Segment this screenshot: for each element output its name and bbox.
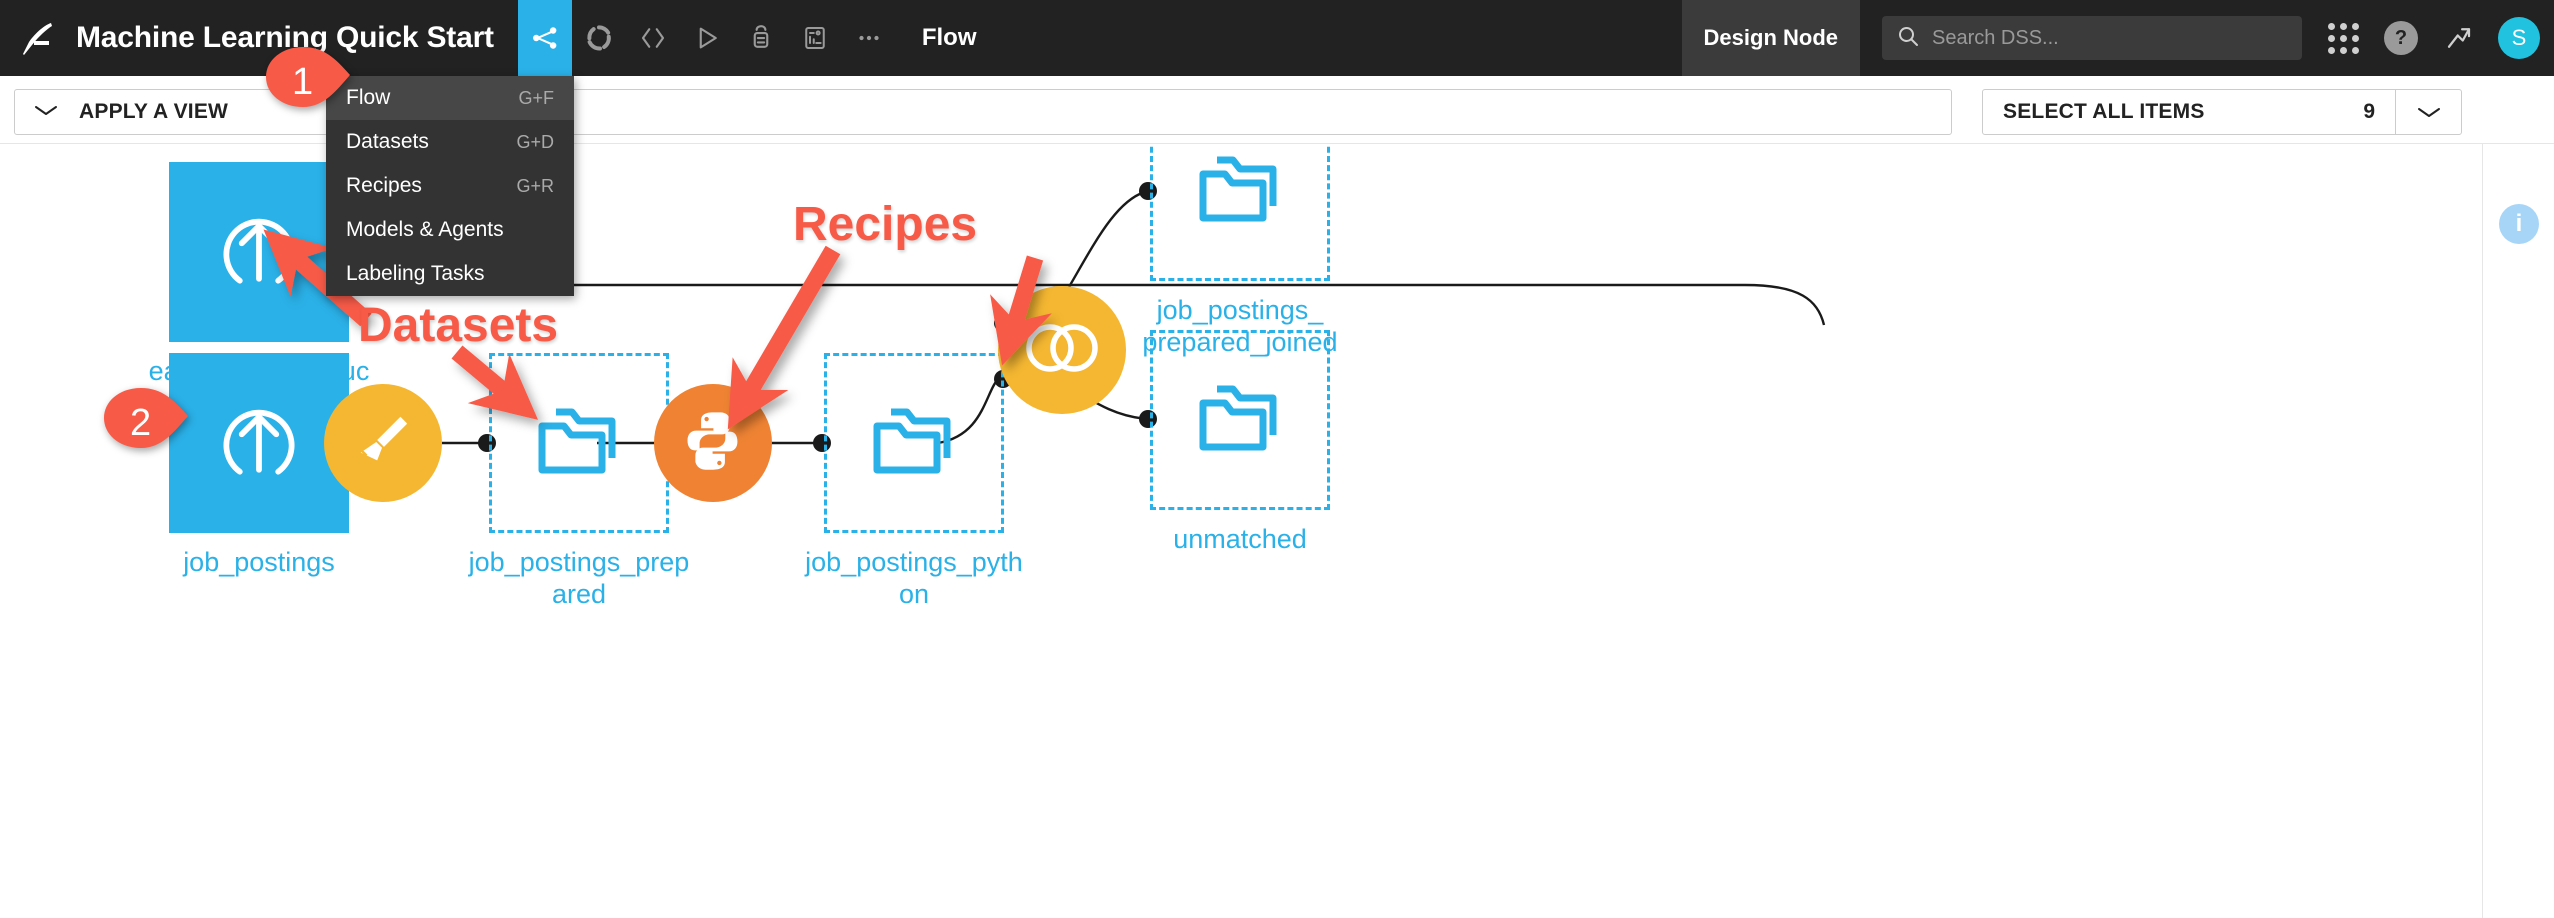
step-marker-2-number: 2 xyxy=(130,402,152,444)
dataset-box[interactable] xyxy=(1150,330,1330,510)
flow-node-label[interactable]: job_postings_python xyxy=(799,547,1029,611)
right-rail: i xyxy=(2482,76,2554,918)
menu-item-label: Models & Agents xyxy=(346,218,504,241)
dataiku-logo-icon[interactable] xyxy=(0,0,76,76)
broom-prepare-icon xyxy=(352,410,414,477)
design-node-badge[interactable]: Design Node xyxy=(1681,0,1860,76)
python-icon xyxy=(679,407,747,480)
select-all-count: 9 xyxy=(2363,100,2375,123)
menu-item-label: Flow xyxy=(346,86,391,109)
lab-icon[interactable] xyxy=(572,0,626,76)
menu-item-shortcut: G+R xyxy=(516,175,554,196)
menu-item-label: Labeling Tasks xyxy=(346,262,485,285)
menu-item-recipes[interactable]: Recipes G+R xyxy=(326,164,574,208)
search-field[interactable] xyxy=(1932,26,2288,50)
automation-icon[interactable] xyxy=(734,0,788,76)
header-right-icons: ? S xyxy=(2302,0,2554,76)
header-spacer xyxy=(1002,0,1681,76)
select-all-items-button[interactable]: SELECT ALL ITEMS 9 xyxy=(1982,89,2462,135)
folder-dataset-icon xyxy=(867,398,961,489)
dataset-box[interactable] xyxy=(489,353,669,533)
dataset-box[interactable] xyxy=(169,162,349,342)
flow-recipe-python[interactable] xyxy=(654,384,772,502)
dashboard-icon[interactable] xyxy=(788,0,842,76)
recipe-circle[interactable] xyxy=(998,286,1126,414)
menu-item-label: Datasets xyxy=(346,130,429,153)
upload-dataset-icon xyxy=(211,202,307,303)
menu-item-labeling-tasks[interactable]: Labeling Tasks xyxy=(326,252,574,296)
trend-arrow-icon[interactable] xyxy=(2432,0,2486,76)
menu-item-datasets[interactable]: Datasets G+D xyxy=(326,120,574,164)
menu-item-shortcut: G+D xyxy=(516,131,554,152)
info-icon[interactable]: i xyxy=(2499,204,2539,244)
select-all-label: SELECT ALL ITEMS xyxy=(2003,100,2205,123)
folder-dataset-icon xyxy=(1193,375,1287,466)
flow-recipe-join[interactable] xyxy=(998,286,1126,414)
upload-dataset-icon xyxy=(211,393,307,494)
select-all-main[interactable]: SELECT ALL ITEMS 9 xyxy=(1983,100,2395,124)
flow-filter-bar[interactable] xyxy=(512,89,1952,135)
recipe-circle[interactable] xyxy=(324,384,442,502)
step-marker-2: 2 xyxy=(100,386,190,457)
chevron-down-icon xyxy=(33,103,59,122)
flow-node-unmatched[interactable]: unmatched xyxy=(1150,330,1355,556)
folder-dataset-icon xyxy=(532,398,626,489)
menu-item-models-agents[interactable]: Models & Agents xyxy=(326,208,574,252)
dataset-box[interactable] xyxy=(824,353,1004,533)
avatar[interactable]: S xyxy=(2498,17,2540,59)
more-options-icon[interactable] xyxy=(842,0,896,76)
search-input[interactable] xyxy=(1882,16,2302,60)
annotation-label-datasets: Datasets xyxy=(358,299,559,352)
menu-item-label: Recipes xyxy=(346,174,422,197)
select-all-caret[interactable] xyxy=(2395,90,2461,134)
flow-icon[interactable] xyxy=(517,0,572,76)
flow-section-label: Flow xyxy=(921,24,977,51)
top-header: Machine Learning Quick Start Flow Design… xyxy=(0,0,2554,76)
menu-item-shortcut: G+F xyxy=(518,87,554,108)
flow-recipe-prepare[interactable] xyxy=(324,384,442,502)
step-marker-1: 1 xyxy=(262,45,352,116)
apps-grid-icon[interactable] xyxy=(2316,0,2370,76)
apply-view-label: APPLY A VIEW xyxy=(79,100,229,123)
recipe-circle[interactable] xyxy=(654,384,772,502)
step-marker-1-number: 1 xyxy=(292,61,314,103)
dataset-box[interactable] xyxy=(169,353,349,533)
jobs-play-icon[interactable] xyxy=(680,0,734,76)
menu-item-flow[interactable]: Flow G+F xyxy=(326,76,574,120)
search-icon xyxy=(1896,24,1920,53)
help-icon[interactable]: ? xyxy=(2374,0,2428,76)
flow-node-label[interactable]: unmatched xyxy=(1125,524,1355,556)
app-root: Machine Learning Quick Start Flow Design… xyxy=(0,0,2554,918)
annotation-label-recipes: Recipes xyxy=(793,198,978,251)
flow-node-label[interactable]: job_postings_prepared xyxy=(464,547,694,611)
flow-node-label[interactable]: job_postings xyxy=(144,547,374,579)
folder-dataset-icon xyxy=(1193,146,1287,237)
join-venn-icon xyxy=(1022,321,1102,380)
code-icon[interactable] xyxy=(626,0,680,76)
flow-dropdown-menu[interactable]: Flow G+F Datasets G+D Recipes G+R Models… xyxy=(326,76,574,296)
